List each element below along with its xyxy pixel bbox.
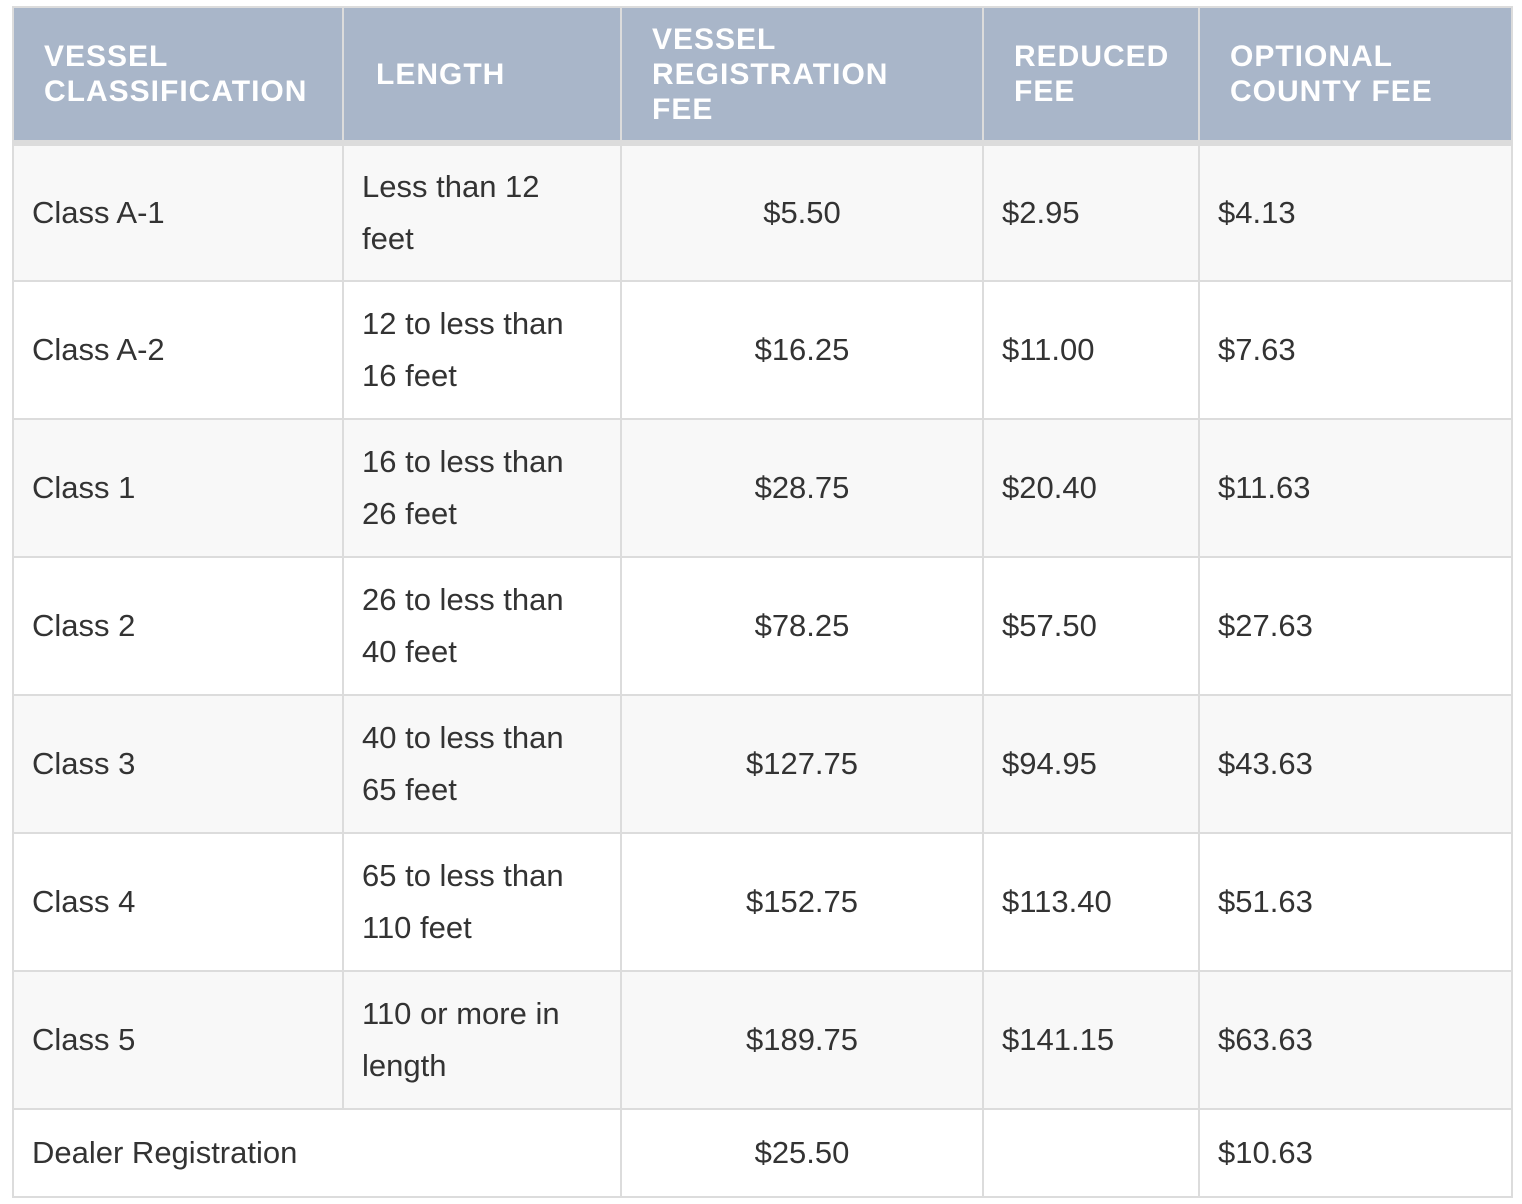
header-vessel-classification: VESSEL CLASSIFICATION xyxy=(12,6,344,146)
cell-classification: Class 5 xyxy=(12,970,344,1110)
cell-county-fee: $43.63 xyxy=(1198,694,1513,834)
cell-classification: Class A-2 xyxy=(12,280,344,420)
table-body: Class A-1 Less than 12 feet $5.50 $2.95 … xyxy=(12,142,1513,1198)
table-row: Class 2 26 to less than 40 feet $78.25 $… xyxy=(12,556,1513,696)
cell-length: 40 to less than 65 feet xyxy=(342,694,622,834)
cell-classification: Class A-1 xyxy=(12,142,344,282)
cell-reduced-fee xyxy=(982,1108,1200,1198)
cell-county-fee: $63.63 xyxy=(1198,970,1513,1110)
table-row: Class 1 16 to less than 26 feet $28.75 $… xyxy=(12,418,1513,558)
table-row-dealer: Dealer Registration $25.50 $10.63 xyxy=(12,1108,1513,1198)
table-row: Class A-2 12 to less than 16 feet $16.25… xyxy=(12,280,1513,420)
cell-length: 65 to less than 110 feet xyxy=(342,832,622,972)
table-row: Class 4 65 to less than 110 feet $152.75… xyxy=(12,832,1513,972)
cell-classification: Class 3 xyxy=(12,694,344,834)
cell-reduced-fee: $94.95 xyxy=(982,694,1200,834)
cell-reduced-fee: $113.40 xyxy=(982,832,1200,972)
cell-length: 110 or more in length xyxy=(342,970,622,1110)
cell-registration-fee: $25.50 xyxy=(620,1108,984,1198)
cell-length: Less than 12 feet xyxy=(342,142,622,282)
cell-length: 12 to less than 16 feet xyxy=(342,280,622,420)
header-row: VESSEL CLASSIFICATION LENGTH VESSEL REGI… xyxy=(12,6,1513,146)
cell-registration-fee: $16.25 xyxy=(620,280,984,420)
table-header: VESSEL CLASSIFICATION LENGTH VESSEL REGI… xyxy=(12,6,1513,146)
cell-county-fee: $51.63 xyxy=(1198,832,1513,972)
cell-registration-fee: $5.50 xyxy=(620,142,984,282)
cell-reduced-fee: $11.00 xyxy=(982,280,1200,420)
cell-length: 16 to less than 26 feet xyxy=(342,418,622,558)
cell-registration-fee: $127.75 xyxy=(620,694,984,834)
table-row: Class 3 40 to less than 65 feet $127.75 … xyxy=(12,694,1513,834)
cell-registration-fee: $189.75 xyxy=(620,970,984,1110)
cell-county-fee: $27.63 xyxy=(1198,556,1513,696)
cell-reduced-fee: $57.50 xyxy=(982,556,1200,696)
cell-dealer-registration: Dealer Registration xyxy=(12,1108,622,1198)
table-row: Class 5 110 or more in length $189.75 $1… xyxy=(12,970,1513,1110)
cell-reduced-fee: $2.95 xyxy=(982,142,1200,282)
cell-classification: Class 2 xyxy=(12,556,344,696)
header-registration-fee: VESSEL REGISTRATION FEE xyxy=(620,6,984,146)
cell-length: 26 to less than 40 feet xyxy=(342,556,622,696)
fee-table-container: VESSEL CLASSIFICATION LENGTH VESSEL REGI… xyxy=(12,6,1513,1198)
cell-reduced-fee: $20.40 xyxy=(982,418,1200,558)
cell-county-fee: $10.63 xyxy=(1198,1108,1513,1198)
table-row: Class A-1 Less than 12 feet $5.50 $2.95 … xyxy=(12,142,1513,282)
header-reduced-fee: REDUCED FEE xyxy=(982,6,1200,146)
cell-county-fee: $4.13 xyxy=(1198,142,1513,282)
header-length: LENGTH xyxy=(342,6,622,146)
cell-registration-fee: $152.75 xyxy=(620,832,984,972)
cell-county-fee: $7.63 xyxy=(1198,280,1513,420)
cell-reduced-fee: $141.15 xyxy=(982,970,1200,1110)
cell-county-fee: $11.63 xyxy=(1198,418,1513,558)
header-county-fee: OPTIONAL COUNTY FEE xyxy=(1198,6,1513,146)
cell-registration-fee: $28.75 xyxy=(620,418,984,558)
cell-classification: Class 1 xyxy=(12,418,344,558)
cell-registration-fee: $78.25 xyxy=(620,556,984,696)
vessel-fee-table: VESSEL CLASSIFICATION LENGTH VESSEL REGI… xyxy=(12,6,1513,1198)
cell-classification: Class 4 xyxy=(12,832,344,972)
